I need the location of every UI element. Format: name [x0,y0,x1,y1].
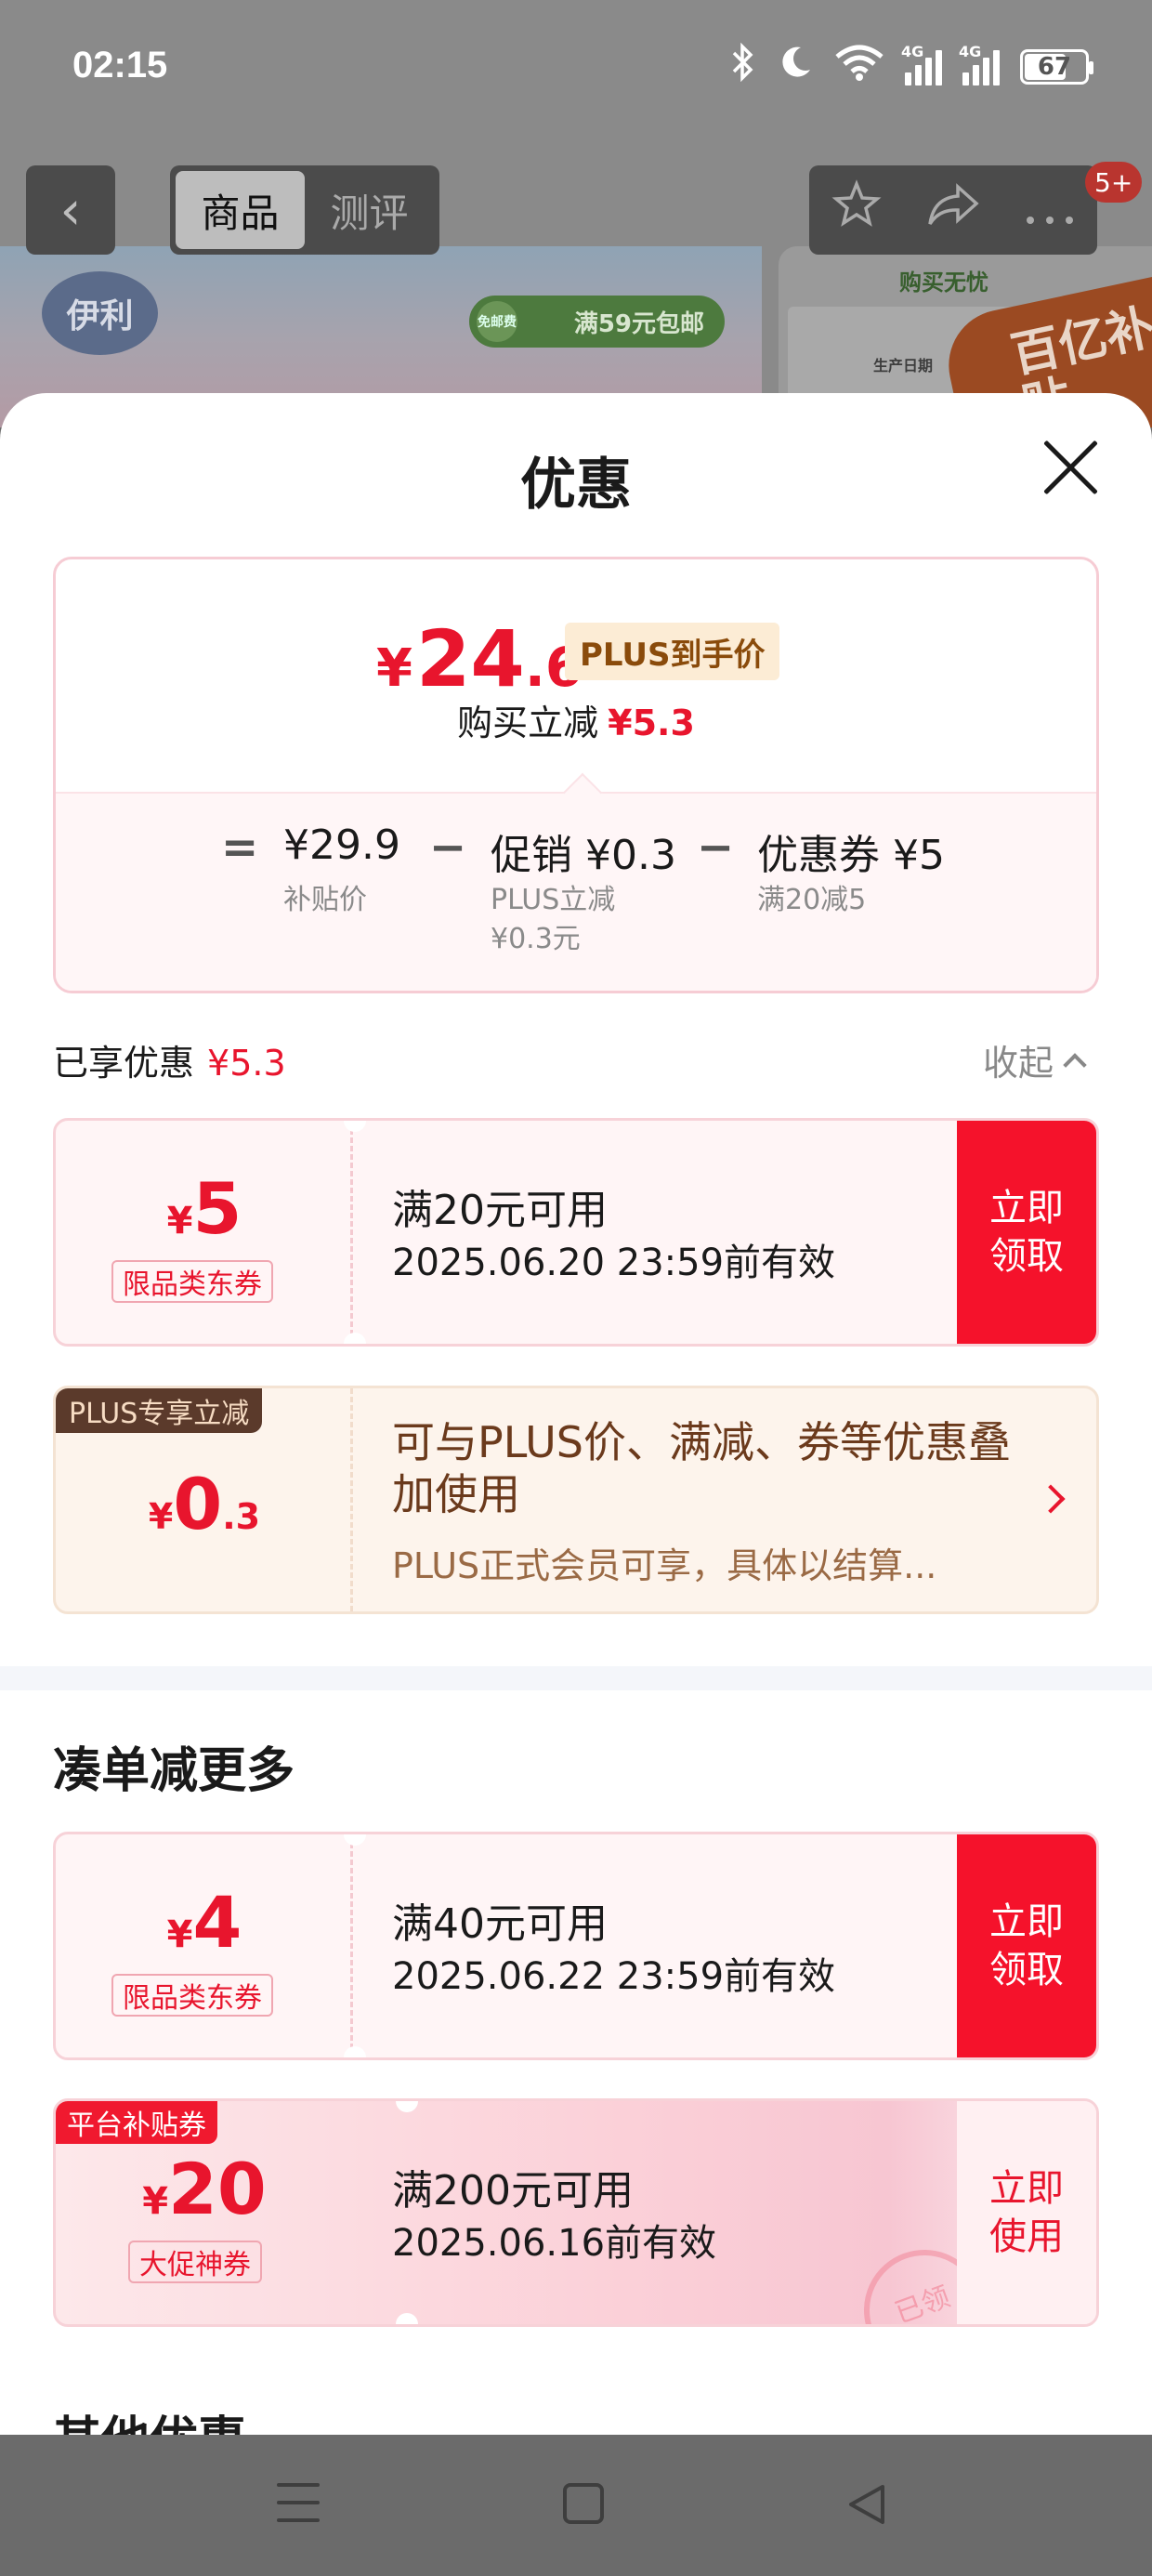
coupon-notch-top [396,2101,418,2112]
coupon-expiry: 2025.06.22 23:59前有效 [392,1955,836,1998]
recent-apps-icon[interactable] [277,2483,320,2522]
coupon-type: 大促神券 [128,2241,262,2283]
price-summary-card: ¥ 24 .6 PLUS到手价 购买立减 ¥5.3 = ¥29.9 补贴价 − 促… [53,557,1099,993]
status-bar: 02:15 4G 4G 67 [0,0,1152,139]
coupon-value: 优惠券 ¥5 [757,832,945,879]
plus-amount: ¥0.3 [148,1463,261,1545]
status-time: 02:15 [72,45,168,85]
coupon-card: ¥5 限品类东券 满20元可用 2025.06.20 23:59前有效 立即 领… [53,1118,1099,1347]
coupon-amount: ¥4 [166,1881,242,1964]
message-count-badge: 5+ [1085,162,1143,203]
final-price-integer: 24 [415,613,525,704]
coupon-label: 满20减5 [757,884,867,916]
enjoyed-value: ¥5.3 [207,1043,286,1084]
base-price-value: ¥29.9 [283,821,400,869]
signal-icon-2: 4G [959,43,1000,85]
tab-review[interactable]: 测评 [305,171,434,249]
coupon-condition: 满200元可用 [392,2167,634,2215]
plus-text: 可与PLUS价、满减、券等优惠叠加使用 [392,1417,1011,1519]
status-icons: 4G 4G 67 [728,42,1093,90]
coupon-condition: 满40元可用 [392,1900,608,1948]
enjoyed-label: 已享优惠 [53,1043,195,1084]
back-triangle-icon[interactable] [845,2483,890,2526]
coupon-amount: ¥20 [142,2148,267,2230]
guarantee-title: 购买无忧 [899,269,988,296]
instant-cut-value: ¥5.3 [608,703,695,743]
claim-coupon-button[interactable]: 立即 领取 [957,1121,1096,1344]
platform-coupon-card: 平台补贴券 ¥20 大促神券 满200元可用 2025.06.16前有效 已领 … [53,2098,1099,2327]
minus-sign-1: − [429,821,467,874]
instant-cut-label: 购买立减 [457,703,599,743]
coupon-condition: 满20元可用 [392,1187,608,1234]
promo-amount: ¥0.3元 [491,923,581,955]
final-price: ¥ 24 .6 [376,613,583,704]
section-more-title: 凑单减更多 [53,1743,295,1799]
discount-sheet: 优惠 ¥ 24 .6 PLUS到手价 购买立减 ¥5.3 = ¥29.9 补贴价 … [0,393,1152,2438]
product-tabs: 商品 测评 [170,165,439,255]
promo-value: 促销 ¥0.3 [491,832,676,879]
more-icon[interactable] [1025,183,1075,237]
coupon-notch-bottom [344,2046,366,2057]
chevron-up-icon [1063,1052,1087,1077]
home-icon[interactable] [563,2483,604,2524]
instant-cut: 购买立减 ¥5.3 [56,694,1096,745]
plus-desc: PLUS正式会员可享，具体以结算... [392,1545,937,1586]
coupon-expiry: 2025.06.16前有效 [392,2222,717,2265]
plus-label: PLUS专享立减 [56,1388,263,1433]
bluetooth-icon [728,42,756,90]
price-breakdown: = ¥29.9 补贴价 − 促销 ¥0.3 PLUS立减 ¥0.3元 − 优惠券… [56,792,1096,991]
coupon-notch-bottom [396,2313,418,2324]
plus-free-shipping-icon: 免邮费 [477,301,517,342]
base-price-label: 补贴价 [283,884,367,916]
equals-sign: = [221,821,259,874]
sheet-title: 优惠 [520,453,632,518]
brand-logo: 伊利 [42,271,158,355]
collapse-label: 收起 [983,1043,1054,1084]
coupon-type: 限品类东券 [111,1974,273,2017]
claim-coupon-button[interactable]: 立即 领取 [957,1834,1096,2057]
final-price-currency: ¥ [376,638,412,699]
favorite-star-icon[interactable] [831,179,882,241]
system-navigation-bar [0,2435,1152,2576]
minus-sign-2: − [697,821,735,874]
back-button[interactable]: ‹ [26,165,115,255]
tab-product[interactable]: 商品 [176,171,305,249]
wifi-icon [834,44,884,89]
nav-actions [809,165,1097,255]
enjoyed-discount: 已享优惠 ¥5.3 [53,1034,286,1085]
collapse-button[interactable]: 收起 [983,1034,1087,1085]
coupon-notch-bottom [344,1333,366,1344]
coupon-card: ¥4 限品类东券 满40元可用 2025.06.22 23:59前有效 立即 领… [53,1832,1099,2060]
free-shipping-pill: 免邮费 满59元包邮 [469,296,725,348]
close-icon[interactable] [1039,435,1104,500]
guarantee-text: 生产日期 [873,357,934,375]
plus-discount-card[interactable]: PLUS专享立减 ¥0.3 可与PLUS价、满减、券等优惠叠加使用 PLUS正式… [53,1386,1099,1614]
battery-icon: 67 [1020,48,1093,85]
section-other-title: 其他优惠 [53,2400,246,2438]
use-coupon-button[interactable]: 立即 使用 [957,2101,1096,2324]
coupon-expiry: 2025.06.20 23:59前有效 [392,1242,836,1284]
free-shipping-text: 满59元包邮 [573,309,704,338]
promo-label: PLUS立减 [491,884,616,916]
coupon-type: 限品类东券 [111,1260,273,1303]
signal-icon-1: 4G [901,43,942,85]
price-top: ¥ 24 .6 PLUS到手价 购买立减 ¥5.3 [56,559,1096,792]
chevron-right-icon [1036,1484,1066,1514]
plus-price-tag: PLUS到手价 [565,623,780,680]
moon-icon [777,44,814,89]
platform-subsidy-label: 平台补贴券 [56,2101,217,2144]
coupon-amount: ¥5 [166,1167,242,1250]
section-divider [0,1666,1152,1690]
share-icon[interactable] [926,179,980,241]
